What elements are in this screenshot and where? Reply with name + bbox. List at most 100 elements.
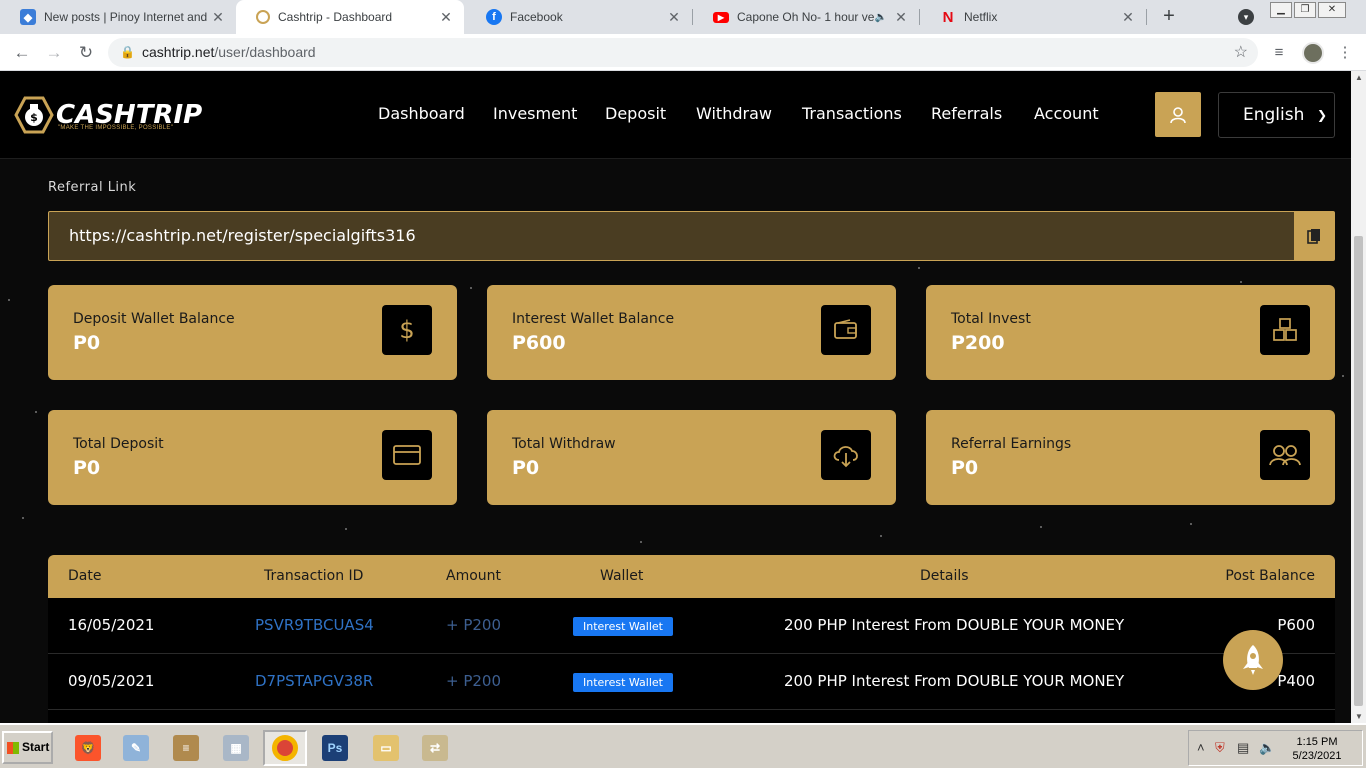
- table-row: 09/05/2021 D7PSTAPGV38R + P200 Interest …: [48, 654, 1335, 710]
- nav-investment[interactable]: Invesment: [493, 104, 577, 123]
- taskbar-notepad[interactable]: ✎: [114, 730, 158, 766]
- cell-transaction-id: D7PSTAPGV38R: [255, 672, 374, 690]
- nav-dashboard[interactable]: Dashboard: [378, 104, 465, 123]
- cubes-icon: [1260, 305, 1310, 355]
- clock-time: 1:15 PM: [1296, 736, 1338, 748]
- scroll-down-icon[interactable]: ▼: [1355, 712, 1363, 721]
- user-profile-button[interactable]: [1155, 92, 1201, 137]
- facebook-favicon-icon: f: [486, 9, 502, 25]
- tab-facebook[interactable]: f Facebook ✕: [466, 0, 692, 34]
- tab-separator: [1146, 9, 1147, 25]
- nav-transactions[interactable]: Transactions: [802, 104, 902, 123]
- scroll-up-icon[interactable]: ▲: [1355, 73, 1363, 82]
- card-value: P0: [73, 332, 101, 354]
- show-hidden-icons-chevron-icon[interactable]: ˄: [1197, 740, 1205, 755]
- page-viewport: $ CASHTRIP "MAKE THE IMPOSSIBLE, POSSIBL…: [0, 71, 1351, 723]
- start-button[interactable]: Start: [2, 731, 53, 764]
- transactions-table: Date Transaction ID Amount Wallet Detail…: [48, 555, 1335, 723]
- speaker-icon[interactable]: 🔈: [875, 12, 887, 23]
- cloud-download-icon: [821, 430, 871, 480]
- chrome-icon: [272, 735, 298, 761]
- copy-link-button[interactable]: [1294, 212, 1334, 260]
- menu-kebab-icon[interactable]: ⋮: [1334, 42, 1356, 64]
- bookmark-star-icon[interactable]: ☆: [1234, 38, 1248, 67]
- folder-icon: ▭: [373, 735, 399, 761]
- site-header: $ CASHTRIP "MAKE THE IMPOSSIBLE, POSSIBL…: [0, 71, 1351, 159]
- scrollbar-thumb[interactable]: [1354, 236, 1363, 706]
- lock-icon: 🔒: [120, 45, 135, 59]
- forward-icon[interactable]: →: [42, 41, 66, 65]
- reload-icon[interactable]: ↻: [74, 41, 98, 65]
- card-label: Deposit Wallet Balance: [73, 311, 235, 327]
- taskbar-brave[interactable]: 🦁: [66, 730, 110, 766]
- cell-post-balance: P600: [1277, 616, 1315, 634]
- volume-icon[interactable]: 🔈: [1259, 740, 1275, 756]
- logo-tagline: "MAKE THE IMPOSSIBLE, POSSIBLE": [58, 125, 174, 131]
- minimize-window-icon[interactable]: ▁: [1270, 2, 1292, 18]
- pinoy-favicon-icon: ◆: [20, 9, 36, 25]
- cell-details: 200 PHP Interest From DOUBLE YOUR MONEY: [784, 672, 1125, 690]
- close-tab-icon[interactable]: ✕: [210, 9, 226, 26]
- star-dot: [345, 528, 347, 530]
- cashtrip-logo[interactable]: $ CASHTRIP "MAKE THE IMPOSSIBLE, POSSIBL…: [14, 93, 202, 137]
- svg-text:$: $: [30, 111, 38, 124]
- nav-deposit[interactable]: Deposit: [605, 104, 666, 123]
- nav-referrals[interactable]: Referrals: [931, 104, 1002, 123]
- scroll-to-top-button[interactable]: [1223, 630, 1283, 690]
- tab-netflix[interactable]: N Netflix ✕: [920, 0, 1146, 34]
- tab-youtube-capone[interactable]: ▶ Capone Oh No- 1 hour versio 🔈 ✕: [693, 0, 919, 34]
- taskbar-chrome[interactable]: [263, 730, 307, 766]
- taskbar-explorer[interactable]: ▭: [364, 730, 408, 766]
- cell-post-balance: P400: [1277, 672, 1315, 690]
- tab-search-icon[interactable]: ▾: [1238, 9, 1254, 25]
- youtube-favicon-icon: ▶: [713, 11, 729, 23]
- column-header-wallet: Wallet: [600, 568, 644, 584]
- nav-account[interactable]: Account: [1034, 104, 1099, 123]
- back-icon[interactable]: ←: [10, 41, 34, 65]
- system-tray: ˄ ⛨ ▤ 🔈 1:15 PM 5/23/2021: [1188, 730, 1363, 766]
- page-scrollbar[interactable]: ▲ ▼: [1351, 71, 1366, 723]
- tab-title: Cashtrip - Dashboard: [278, 10, 393, 24]
- close-tab-icon[interactable]: ✕: [893, 9, 909, 26]
- star-dot: [918, 267, 920, 269]
- rocket-icon: [1243, 645, 1263, 675]
- star-dot: [470, 287, 472, 289]
- nav-withdraw[interactable]: Withdraw: [696, 104, 772, 123]
- taskbar-calculator[interactable]: ▦: [214, 730, 258, 766]
- media-playlist-icon[interactable]: ≡: [1268, 42, 1290, 64]
- close-tab-icon[interactable]: ✕: [666, 9, 682, 26]
- profile-avatar[interactable]: [1302, 42, 1324, 64]
- chevron-down-icon: ❯: [1316, 108, 1327, 122]
- close-tab-icon[interactable]: ✕: [438, 9, 454, 26]
- deposit-wallet-balance-card: Deposit Wallet Balance P0 $: [48, 285, 457, 380]
- close-window-icon[interactable]: ✕: [1318, 2, 1346, 18]
- language-select[interactable]: English ❯: [1218, 92, 1335, 138]
- netflix-favicon-icon: N: [942, 8, 954, 26]
- column-header-date: Date: [68, 568, 102, 584]
- star-dot: [8, 299, 10, 301]
- dollar-icon: $: [382, 305, 432, 355]
- brave-lion-icon: 🦁: [75, 735, 101, 761]
- wallet-badge: Interest Wallet: [573, 673, 673, 692]
- address-bar[interactable]: 🔒 cashtrip.net/user/dashboard ☆: [108, 38, 1258, 67]
- taskbar-clock[interactable]: 1:15 PM 5/23/2021: [1289, 735, 1345, 763]
- wallet-icon: [821, 305, 871, 355]
- new-tab-button[interactable]: +: [1158, 6, 1180, 28]
- security-shield-icon[interactable]: ⛨: [1215, 740, 1225, 756]
- network-icon[interactable]: ▤: [1237, 740, 1249, 756]
- card-value: P600: [512, 332, 566, 354]
- card-label: Total Invest: [951, 311, 1031, 327]
- taskbar-books[interactable]: ≡: [164, 730, 208, 766]
- clock-date: 5/23/2021: [1292, 750, 1342, 762]
- taskbar-photoshop[interactable]: Ps: [313, 730, 357, 766]
- cell-date: 09/05/2021: [68, 672, 155, 690]
- restore-window-icon[interactable]: ❐: [1294, 2, 1316, 18]
- books-icon: ≡: [173, 735, 199, 761]
- tab-pinoy-internet[interactable]: ◆ New posts | Pinoy Internet and T ✕: [0, 0, 236, 34]
- close-tab-icon[interactable]: ✕: [1120, 9, 1136, 26]
- referral-link-input[interactable]: https://cashtrip.net/register/specialgif…: [69, 212, 416, 260]
- taskbar-network[interactable]: ⇄: [413, 730, 457, 766]
- tab-cashtrip-dashboard[interactable]: Cashtrip - Dashboard ✕: [236, 0, 464, 34]
- star-dot: [880, 535, 882, 537]
- referral-earnings-card: Referral Earnings P0: [926, 410, 1335, 505]
